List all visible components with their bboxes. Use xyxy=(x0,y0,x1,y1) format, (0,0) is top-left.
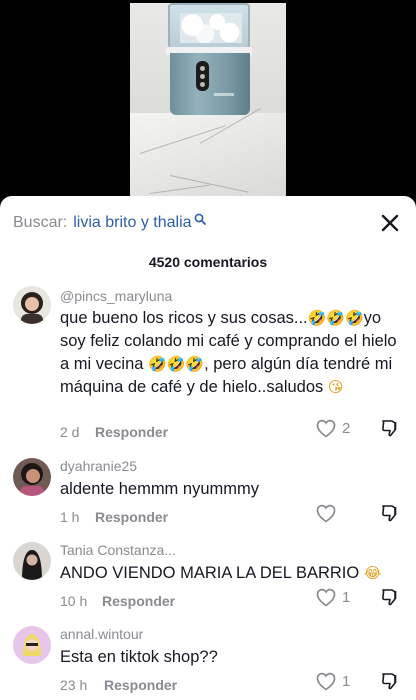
like-count: 2 xyxy=(342,420,351,437)
reply-button[interactable]: Responder xyxy=(102,593,175,609)
heart-outline-icon xyxy=(316,588,336,607)
comment-text: Esta en tiktok shop?? xyxy=(60,648,218,666)
ice-machine xyxy=(162,3,252,115)
comments-sheet: Buscar: livia brito y thalia 4520 coment… xyxy=(0,196,416,700)
reply-button[interactable]: Responder xyxy=(95,509,168,525)
heart-outline-icon xyxy=(316,504,336,523)
rofl-emoji: 🤣🤣🤣 xyxy=(148,355,205,373)
search-label: Buscar: xyxy=(13,214,68,231)
comment-text: ANDO VIENDO MARIA LA DEL BARRIO 😂 xyxy=(60,564,382,582)
comment-text: que bueno los ricos y sus cosas...🤣🤣🤣yo … xyxy=(60,309,397,396)
thumbs-down-icon[interactable] xyxy=(380,418,400,443)
search-icon xyxy=(194,212,206,225)
rofl-emoji: 🤣🤣🤣 xyxy=(307,309,364,327)
video-player[interactable] xyxy=(0,0,416,205)
like-count: 1 xyxy=(342,673,351,690)
thumbs-down-icon[interactable] xyxy=(380,503,400,528)
comment-username[interactable]: Tania Constanza... xyxy=(60,542,176,558)
thumbs-down-icon[interactable] xyxy=(380,671,400,696)
comment-meta: 2 d Responder xyxy=(60,424,168,440)
heart-outline-icon xyxy=(316,419,336,438)
like-button[interactable]: 1 xyxy=(316,588,350,607)
reply-button[interactable]: Responder xyxy=(95,424,168,440)
comment-meta: 23 h Responder xyxy=(60,677,177,693)
search-suggestion[interactable]: Buscar: livia brito y thalia xyxy=(13,210,206,236)
reply-button[interactable]: Responder xyxy=(104,677,177,693)
heart-outline-icon xyxy=(316,672,336,691)
comment-meta: 10 h Responder xyxy=(60,593,175,609)
like-count: 1 xyxy=(342,589,351,606)
laughing-emoji: 😂 xyxy=(363,564,382,582)
video-frame xyxy=(130,3,286,205)
marble-counter xyxy=(130,108,286,205)
avatar[interactable] xyxy=(13,542,51,580)
comment-time: 23 h xyxy=(60,677,88,693)
avatar[interactable] xyxy=(13,286,51,324)
avatar[interactable] xyxy=(13,626,51,664)
comment-text: aldente hemmm nyummmy xyxy=(60,480,259,498)
comment-username[interactable]: @pincs_maryluna xyxy=(60,288,172,304)
kiss-emoji: 😘 xyxy=(327,378,344,396)
avatar[interactable] xyxy=(13,458,51,496)
close-icon[interactable] xyxy=(377,210,403,236)
comment-time: 10 h xyxy=(60,593,88,609)
like-button[interactable]: 1 xyxy=(316,672,350,691)
like-button[interactable]: 2 xyxy=(316,419,350,438)
comment-time: 2 d xyxy=(60,424,80,440)
thumbs-down-icon[interactable] xyxy=(380,587,400,612)
comment-username[interactable]: annal.wintour xyxy=(60,626,143,642)
like-button[interactable] xyxy=(316,504,342,523)
comment-meta: 1 h Responder xyxy=(60,509,168,525)
search-query-link[interactable]: livia brito y thalia xyxy=(73,214,191,232)
comments-count: 4520 comentarios xyxy=(148,254,268,270)
comment-time: 1 h xyxy=(60,509,80,525)
comment-username[interactable]: dyahranie25 xyxy=(60,458,137,474)
